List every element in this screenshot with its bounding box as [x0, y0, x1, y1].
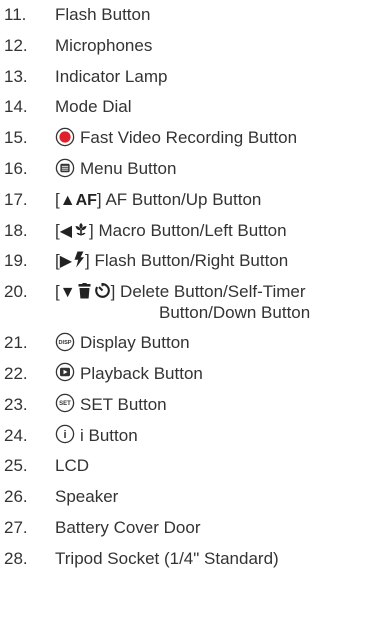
- playback-icon: [55, 362, 75, 382]
- item-label: Speaker: [55, 487, 119, 507]
- list-item: 24. i i Button: [0, 421, 392, 452]
- item-label: Flash Button/Right Button: [94, 251, 289, 271]
- list-item: 26. Speaker: [0, 482, 392, 513]
- item-number: 22.: [4, 363, 28, 383]
- list-item: 25. LCD: [0, 451, 392, 482]
- item-number: 17.: [4, 189, 28, 209]
- item-label: Indicator Lamp: [55, 66, 168, 86]
- list-item: 18. [◀ ] Macro Button/Left Button: [0, 216, 392, 247]
- item-label: Delete Button/Self-Timer: [120, 282, 306, 302]
- item-number: 11.: [4, 5, 27, 24]
- item-number: 16.: [4, 158, 28, 178]
- bracket-close: ]: [89, 220, 94, 240]
- item-number: 12.: [4, 35, 28, 55]
- list-item: 28. Tripod Socket (1/4" Standard): [0, 544, 392, 575]
- item-label: Macro Button/Left Button: [98, 220, 287, 240]
- af-up-glyph: ▲AF: [59, 191, 97, 209]
- item-number: 19.: [4, 251, 28, 271]
- list-item: 14. Mode Dial: [0, 92, 392, 123]
- list-item: 19. [▶ ] Flash Button/Right Button: [0, 246, 392, 277]
- bracket-close: ]: [96, 189, 102, 209]
- item-label: LCD: [55, 456, 90, 476]
- list-item: 11. Flash Button: [0, 0, 392, 31]
- parts-list: 11. Flash Button 12. Microphones 13. Ind…: [0, 0, 392, 575]
- bracket-close: ]: [85, 251, 90, 271]
- item-label: i Button: [80, 425, 138, 445]
- list-item: 12. Microphones: [0, 31, 392, 62]
- list-item: 13. Indicator Lamp: [0, 62, 392, 93]
- bracket-close: ]: [110, 282, 116, 302]
- item-label: Battery Cover Door: [55, 517, 201, 537]
- item-label: Menu Button: [80, 158, 177, 178]
- list-item: 15. Fast Video Recording Button: [0, 123, 392, 154]
- disp-icon-text: DISP: [58, 340, 71, 346]
- list-item: 16. Menu Button: [0, 154, 392, 185]
- item-label: Fast Video Recording Button: [80, 128, 298, 148]
- list-item: 27. Battery Cover Door: [0, 513, 392, 544]
- menu-icon: [55, 158, 75, 178]
- item-number: 18.: [4, 220, 28, 240]
- i-icon-text: i: [63, 429, 66, 441]
- item-number: 24.: [4, 425, 28, 445]
- left-arrow-glyph: ◀: [59, 222, 73, 240]
- item-number: 25.: [4, 456, 28, 476]
- item-number: 26.: [4, 487, 28, 507]
- item-label: Flash Button: [55, 5, 151, 24]
- item-number: 27.: [4, 517, 28, 537]
- disp-icon: DISP: [55, 332, 75, 352]
- flash-bolt-icon: [73, 251, 85, 268]
- self-timer-icon: [94, 282, 111, 299]
- trash-icon: [78, 282, 91, 299]
- right-arrow-glyph: ▶: [59, 253, 73, 271]
- record-dot-icon: [55, 127, 75, 147]
- item-label: Tripod Socket (1/4" Standard): [55, 548, 279, 568]
- item-number: 28.: [4, 548, 28, 568]
- item-number: 14.: [4, 97, 28, 117]
- list-item: 21. DISP Display Button: [0, 328, 392, 359]
- down-arrow-glyph: ▼: [59, 284, 76, 302]
- item-label: Playback Button: [80, 363, 203, 383]
- list-item: 23. SET SET Button: [0, 390, 392, 421]
- i-icon: i: [55, 424, 75, 444]
- item-label: Microphones: [55, 35, 153, 55]
- item-label: Display Button: [80, 333, 190, 353]
- item-label: AF Button/Up Button: [105, 189, 262, 209]
- set-icon: SET: [55, 393, 75, 413]
- item-label: SET Button: [80, 394, 167, 414]
- item-number: 21.: [4, 333, 28, 353]
- macro-flower-icon: [73, 221, 89, 237]
- item-number: 13.: [4, 66, 28, 86]
- list-item: 17. [▲AF] AF Button/Up Button: [0, 185, 392, 216]
- item-number: 15.: [4, 128, 28, 148]
- list-item: 22. Playback Button: [0, 359, 392, 390]
- list-item: 20. [▼ ] Delete Button/Self-Timer Button…: [0, 277, 392, 328]
- item-number: 23.: [4, 394, 28, 414]
- item-number: 20.: [4, 282, 28, 302]
- set-icon-text: SET: [59, 401, 71, 407]
- item-label: Mode Dial: [55, 97, 132, 117]
